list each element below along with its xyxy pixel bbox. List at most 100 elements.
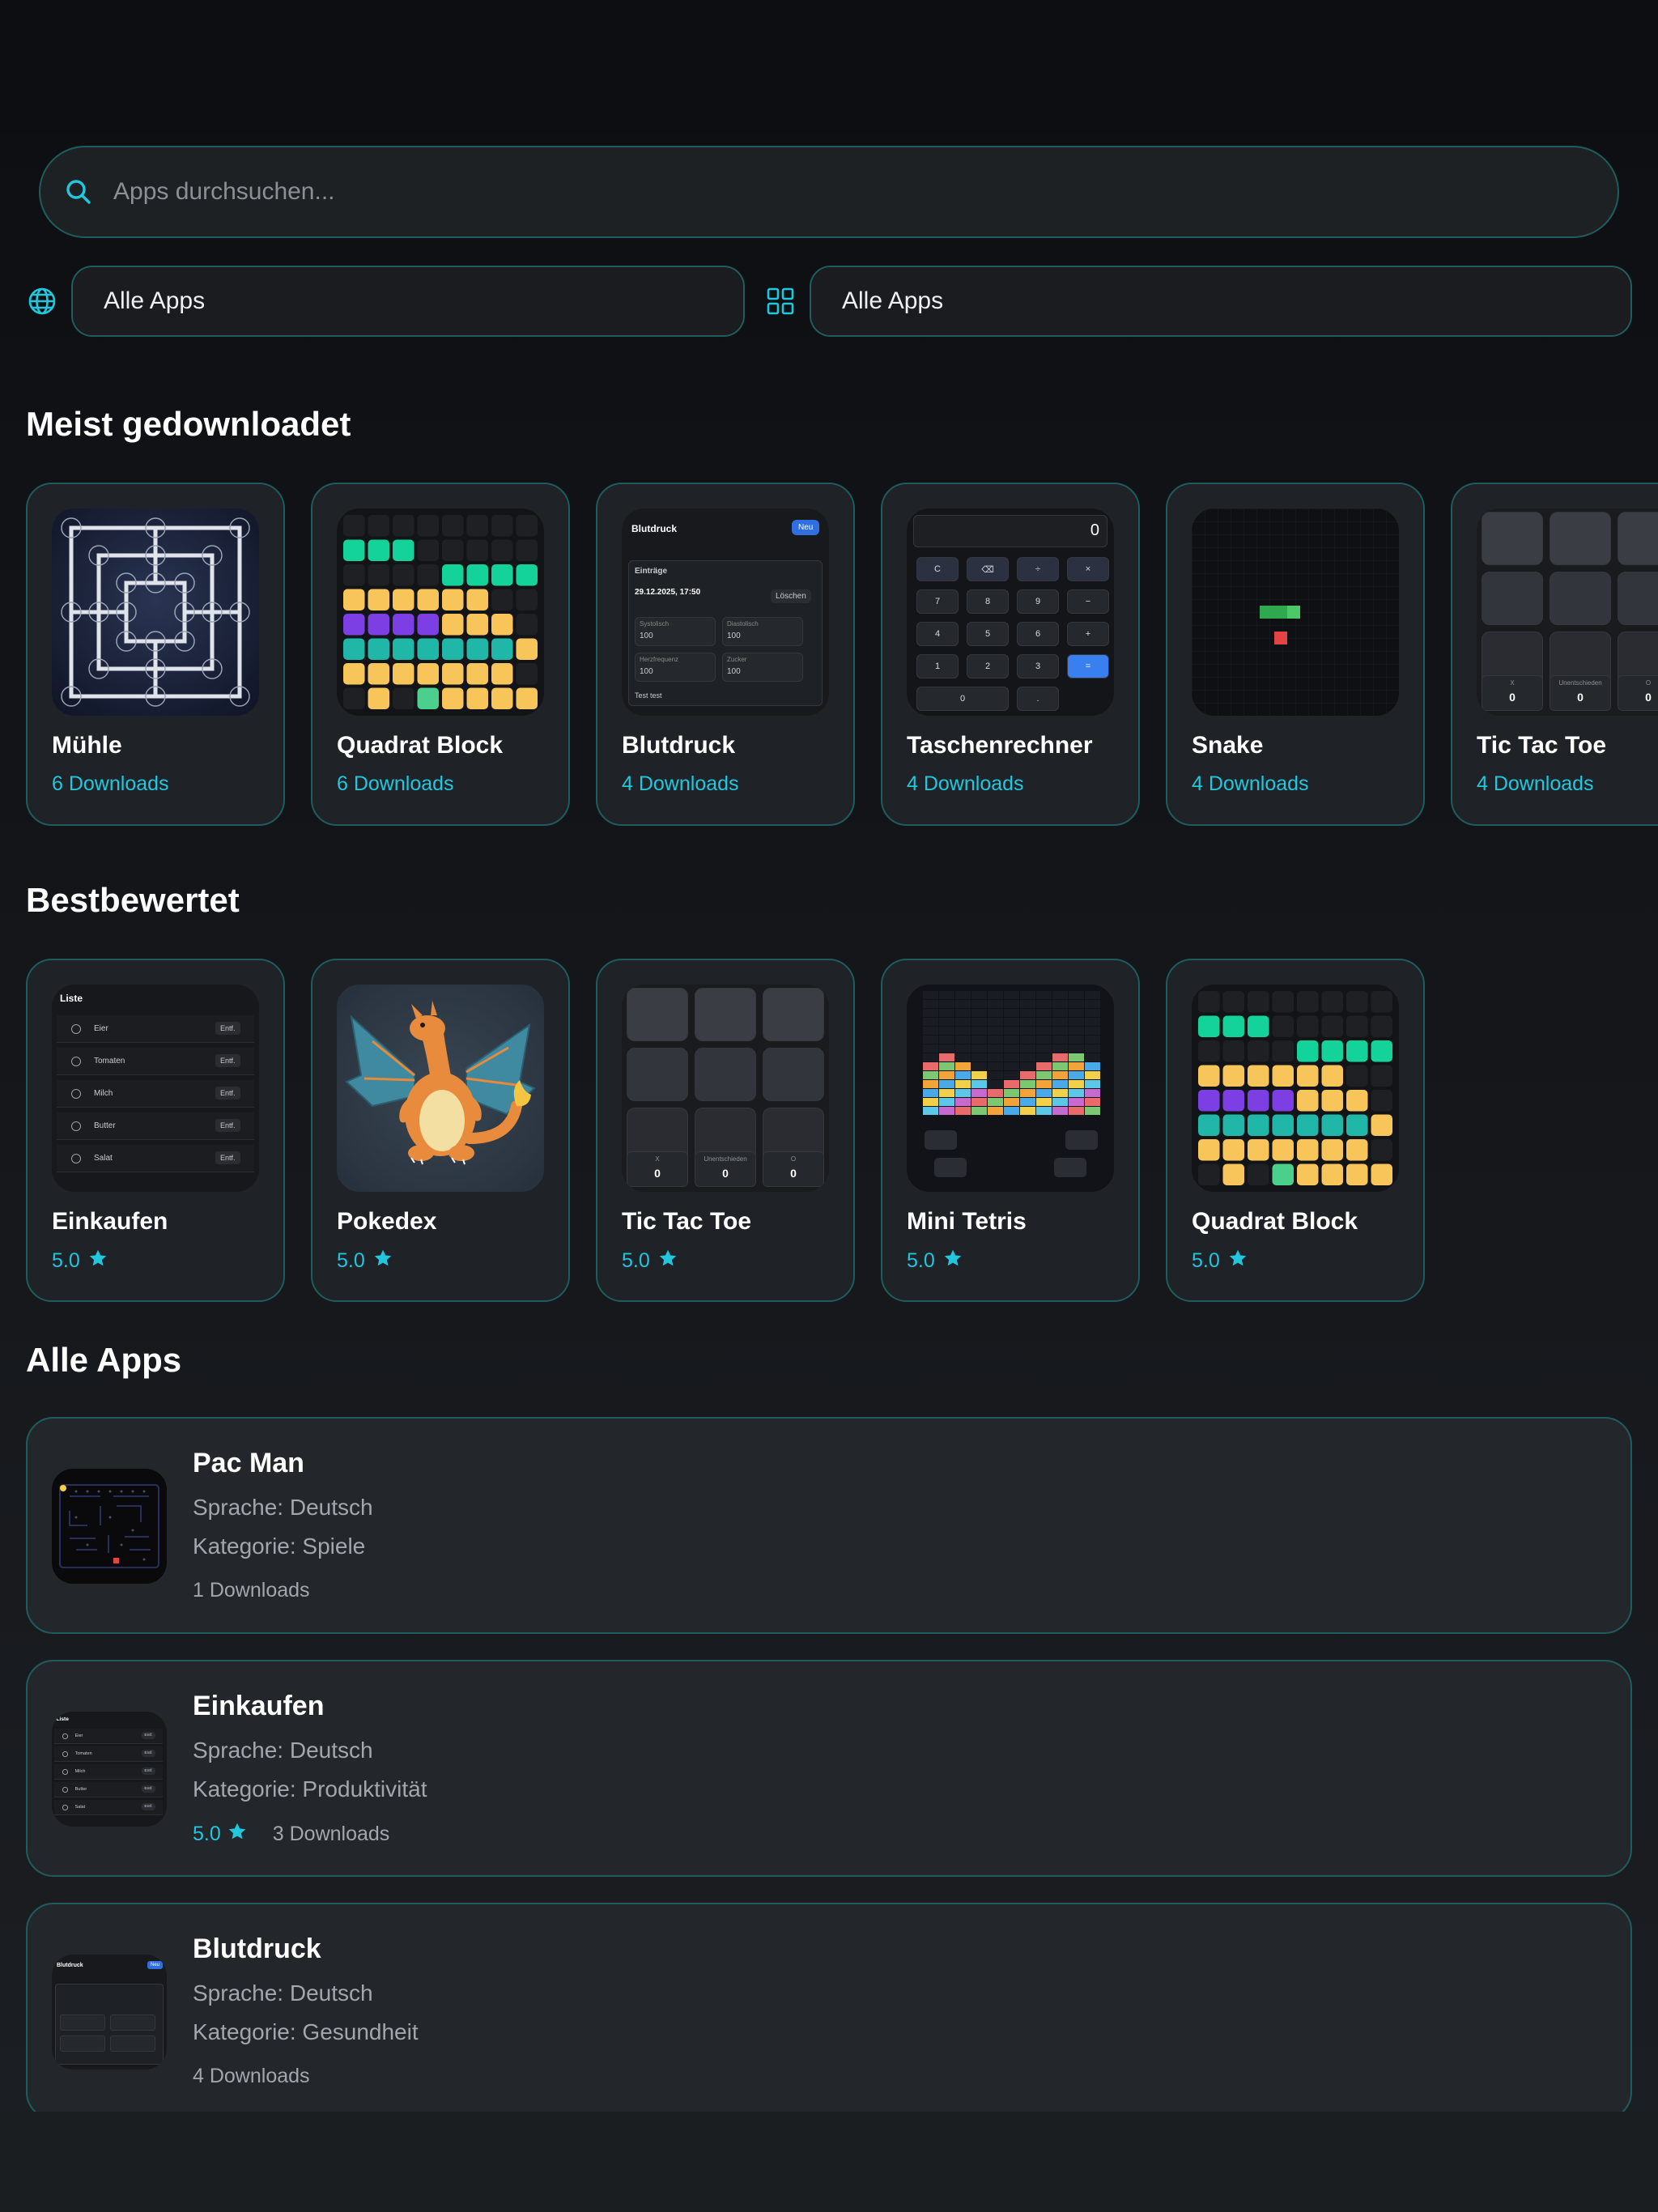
tetris-cell <box>1020 1107 1035 1115</box>
block-cell <box>516 687 538 709</box>
tetris-cell <box>923 1027 938 1035</box>
shopping-list-title: Liste <box>60 993 83 1004</box>
app-card-rating: 5.0 <box>1192 1249 1248 1274</box>
app-card-pokedex[interactable]: Pokedex 5.0 <box>311 959 570 1302</box>
tetris-cell <box>1069 1044 1084 1053</box>
block-cell <box>1297 1015 1319 1037</box>
checkbox-icon <box>71 1057 81 1066</box>
tetris-cell <box>1085 1009 1100 1017</box>
app-card-quadrat-block[interactable]: Quadrat Block 5.0 <box>1166 959 1425 1302</box>
list-item-blutdruck[interactable]: Blutdruck Neu Blutdruck Sprache: Deutsch… <box>26 1903 1632 2112</box>
app-card-tic-tac-toe[interactable]: X 0 Unentschieden 0 O 0 Tic Tac Toe 5.0 <box>596 959 855 1302</box>
list-item-title: Blutdruck <box>193 1933 321 1964</box>
calc-key: 6 <box>1017 622 1059 646</box>
food-icon <box>1274 632 1287 644</box>
tetris-cell <box>939 1071 954 1079</box>
search-input[interactable]: Apps durchsuchen... <box>113 178 335 206</box>
app-card-mini-tetris[interactable]: Mini Tetris 5.0 <box>881 959 1140 1302</box>
app-card-muehle[interactable]: Mühle 6 Downloads <box>26 483 285 826</box>
app-card-name: Blutdruck <box>622 732 736 759</box>
tetris-cell <box>1020 1071 1035 1079</box>
shopping-item-remove: Entf. <box>142 1732 155 1739</box>
block-cell <box>393 515 414 537</box>
block-cell <box>442 614 464 636</box>
shopping-list-row: Salat Entf. <box>54 1799 164 1815</box>
tetris-cell <box>1085 1036 1100 1044</box>
shopping-item-label: Butter <box>74 1786 87 1792</box>
ttt-score-value: 0 <box>654 1167 661 1180</box>
block-cell <box>1297 1114 1319 1136</box>
category-select[interactable]: Alle Apps <box>810 266 1632 337</box>
tetris-cell <box>1052 1018 1068 1026</box>
tetris-cell <box>923 1080 938 1088</box>
tetris-cell <box>1004 1053 1019 1061</box>
tetris-cell <box>923 1089 938 1097</box>
search-bar[interactable]: Apps durchsuchen... <box>39 146 1619 238</box>
block-cell <box>1222 1040 1244 1062</box>
tetris-cell <box>923 1018 938 1026</box>
list-item-stats: 1 Downloads <box>193 1579 310 1602</box>
checkbox-icon <box>62 1804 68 1810</box>
tetris-cell <box>1004 1107 1019 1115</box>
tetris-cell <box>1069 1089 1084 1097</box>
tetris-cell <box>1085 991 1100 999</box>
shopping-item-remove: Entf. <box>215 1119 240 1132</box>
block-cell <box>1346 1163 1368 1185</box>
top-rated-row: Liste Eier Entf. Tomaten Entf. Milch Entf. Butt… <box>26 959 1658 1302</box>
app-card-blutdruck[interactable]: Blutdruck Neu Einträge 29.12.2025, 17:50… <box>596 483 855 826</box>
block-cell <box>442 589 464 610</box>
block-cell <box>1248 1139 1269 1161</box>
tetris-cell <box>1036 1018 1052 1026</box>
tetris-control-button <box>934 1158 967 1177</box>
rating-value: 5.0 <box>337 1249 365 1272</box>
block-cell <box>1321 1090 1343 1112</box>
tetris-cell <box>1069 1071 1084 1079</box>
list-item-title: Einkaufen <box>193 1691 325 1721</box>
tetris-cell <box>971 1071 987 1079</box>
tetris-cell <box>971 1080 987 1088</box>
app-card-name: Pokedex <box>337 1208 437 1235</box>
block-cell <box>491 638 513 660</box>
shopping-list-row: Eier Entf. <box>54 1728 164 1744</box>
checkbox-icon <box>71 1121 81 1131</box>
app-card-rating: 5.0 <box>907 1249 963 1274</box>
block-cell <box>1222 1114 1244 1136</box>
tetris-cell <box>1036 1107 1052 1115</box>
shopping-item-label: Milch <box>74 1768 86 1774</box>
app-card-quadrat-block[interactable]: Quadrat Block 6 Downloads <box>311 483 570 826</box>
checkbox-icon <box>62 1750 68 1757</box>
block-cell <box>491 539 513 561</box>
block-cell <box>393 687 414 709</box>
tetris-cell <box>923 1000 938 1008</box>
block-cell <box>491 515 513 537</box>
ttt-cell <box>1482 512 1543 565</box>
list-item-einkaufen[interactable]: Liste Eier Entf. Tomaten Entf. Milch Entf. Butt… <box>26 1660 1632 1877</box>
list-item-pac-man[interactable]: Pac Man Sprache: Deutsch Kategorie: Spie… <box>26 1417 1632 1634</box>
tetris-cell <box>939 1098 954 1106</box>
tetris-cell <box>923 1036 938 1044</box>
ttt-cell <box>695 988 756 1041</box>
ttt-cell <box>627 1048 688 1101</box>
app-card-taschenrechner[interactable]: 0 C ⌫ ÷ × 7 8 9− 4 5 6 +1 2 3 = 0. Taschenrechner 4 Do… <box>881 483 1140 826</box>
app-card-einkaufen[interactable]: Liste Eier Entf. Tomaten Entf. Milch Entf. Butt… <box>26 959 285 1302</box>
language-select[interactable]: Alle Apps <box>71 266 745 337</box>
calc-key: − <box>1067 589 1109 614</box>
app-thumbnail-taschenrechner: 0 C ⌫ ÷ × 7 8 9− 4 5 6 +1 2 3 = 0. <box>907 508 1114 716</box>
block-cell <box>1222 991 1244 1013</box>
shopping-item-remove: Entf. <box>215 1022 240 1035</box>
ttt-score-box: Unentschieden 0 <box>1550 675 1611 711</box>
block-cell <box>417 638 439 660</box>
tetris-cell <box>1020 1000 1035 1008</box>
block-cell <box>1371 1114 1392 1136</box>
ttt-score-box: X0 <box>627 1151 688 1187</box>
app-card-tic-tac-toe[interactable]: X 0 Unentschieden 0 O 0 Tic Tac Toe 4 Downloa… <box>1451 483 1658 826</box>
rating-value: 5.0 <box>52 1249 80 1272</box>
block-cell <box>1198 1139 1220 1161</box>
block-grid-graphic <box>1198 991 1392 1185</box>
block-cell <box>1198 1114 1220 1136</box>
app-card-snake[interactable]: Snake 4 Downloads <box>1166 483 1425 826</box>
calc-key: ⌫ <box>967 557 1009 581</box>
tetris-cell <box>955 1062 971 1070</box>
checkbox-icon <box>71 1024 81 1034</box>
tetris-cell <box>939 1107 954 1115</box>
